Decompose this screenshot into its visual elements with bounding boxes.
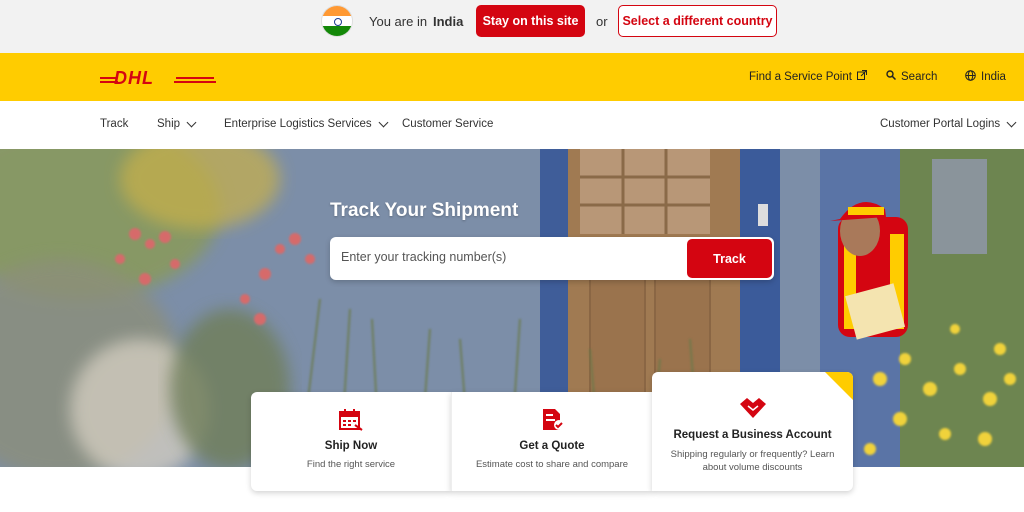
external-link-icon — [856, 70, 867, 83]
track-button[interactable]: Track — [687, 239, 772, 278]
card-corner-accent — [825, 372, 853, 400]
ship-now-subtitle: Find the right service — [306, 459, 396, 470]
nav-item-track-label: Track — [100, 118, 129, 130]
current-country-label: India — [433, 14, 464, 29]
tracking-number-input[interactable] — [341, 250, 681, 264]
globe-icon — [965, 70, 976, 84]
nav-item-enterprise-label: Enterprise Logistics Services — [224, 118, 372, 130]
search-link[interactable]: Search — [886, 70, 937, 83]
customer-portal-label: Customer Portal Logins — [880, 118, 1001, 130]
get-a-quote-card[interactable]: Get a Quote Estimate cost to share and c… — [451, 392, 652, 491]
primary-navigation: Track Ship Enterprise Logistics Services… — [0, 101, 1024, 149]
customer-portal-logins[interactable]: Customer Portal Logins — [880, 117, 1017, 130]
nav-item-customer-service-label: Customer Service — [402, 118, 494, 130]
get-a-quote-title: Get a Quote — [519, 440, 585, 452]
find-service-point-label: Find a Service Point — [749, 70, 852, 83]
ship-now-card[interactable]: Ship Now Find the right service — [251, 392, 451, 491]
ship-now-title: Ship Now — [324, 440, 378, 452]
hero-title: Track Your Shipment — [330, 200, 519, 221]
calendar-icon — [339, 409, 363, 436]
chevron-down-icon — [186, 117, 197, 127]
or-label: or — [596, 14, 608, 29]
search-icon — [886, 70, 897, 83]
quick-action-cards: Ship Now Find the right service Get a Qu… — [251, 372, 853, 492]
chevron-down-icon — [378, 117, 389, 127]
tracking-form: Track — [330, 237, 774, 280]
search-label: Search — [901, 70, 938, 83]
stay-on-site-button[interactable]: Stay on this site — [476, 5, 585, 37]
nav-item-ship-label: Ship — [157, 118, 181, 130]
region-label: India — [981, 71, 1006, 83]
business-account-subtitle: Shipping regularly or frequently? Learn … — [670, 449, 835, 473]
chevron-down-icon — [1006, 117, 1017, 127]
main-header: DHL Find a Service Point Search India — [0, 53, 1024, 101]
logo-text: DHL — [114, 69, 154, 86]
business-account-title: Request a Business Account — [673, 429, 832, 441]
nav-item-customer-service[interactable]: Customer Service — [402, 118, 493, 130]
select-different-country-button[interactable]: Select a different country — [618, 5, 777, 37]
nav-item-ship[interactable]: Ship — [157, 117, 197, 130]
you-are-in-label: You are in — [369, 14, 428, 29]
region-selector[interactable]: India — [965, 70, 1006, 84]
get-a-quote-subtitle: Estimate cost to share and compare — [475, 459, 629, 470]
india-flag-icon — [322, 6, 352, 36]
find-service-point-link[interactable]: Find a Service Point — [749, 70, 867, 83]
nav-item-enterprise-logistics[interactable]: Enterprise Logistics Services — [224, 117, 389, 130]
handshake-icon — [738, 396, 768, 425]
request-business-account-card[interactable]: Request a Business Account Shipping regu… — [652, 372, 853, 491]
quote-document-icon — [541, 408, 565, 437]
nav-item-track[interactable]: Track — [100, 118, 128, 130]
country-selection-bar: You are in India Stay on this site or Se… — [0, 0, 1024, 53]
dhl-logo[interactable]: DHL — [100, 68, 216, 91]
